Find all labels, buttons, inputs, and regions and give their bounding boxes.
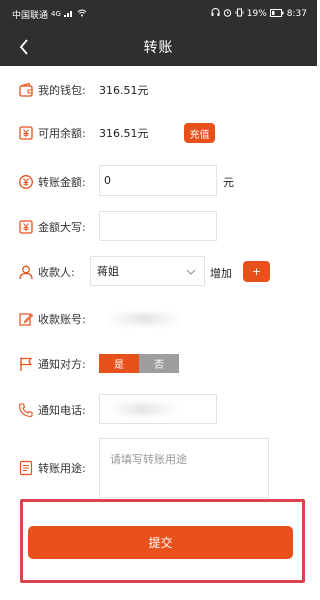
add-payee-label: 增加	[210, 267, 232, 280]
amount-unit: 元	[223, 176, 234, 189]
wallet-label: 我的钱包:	[38, 84, 86, 97]
available-label: 可用余额:	[38, 127, 86, 140]
status-right: 19% 8:37	[211, 8, 307, 20]
pencil-edit-icon	[18, 311, 34, 327]
account-label: 收款账号:	[38, 313, 86, 326]
payee-select[interactable]: 蒋姐	[90, 256, 205, 286]
account-value-redacted	[104, 313, 184, 325]
user-icon	[18, 264, 34, 280]
amount-label: 转账金额:	[38, 176, 86, 189]
payee-selected: 蒋姐	[97, 265, 119, 278]
signal-icon	[63, 9, 74, 20]
phone-input[interactable]	[99, 394, 217, 424]
yen-coin-icon	[18, 174, 34, 190]
submit-button[interactable]: 提交	[28, 526, 293, 559]
wallet-icon	[18, 82, 34, 98]
notify-yes-toggle[interactable]: 是	[99, 354, 139, 373]
available-value: 316.51元	[99, 127, 149, 140]
amount-upper-label: 金额大写:	[38, 221, 86, 234]
document-icon	[18, 460, 34, 476]
yen-card-icon	[18, 219, 34, 235]
time-label: 8:37	[286, 9, 307, 19]
purpose-label: 转账用途:	[38, 462, 86, 475]
yen-card-icon	[18, 125, 34, 141]
vibrate-icon	[235, 8, 244, 20]
status-bar: 中国联通 4G 19% 8:37	[0, 0, 317, 28]
notify-no-toggle[interactable]: 否	[139, 354, 179, 373]
available-row: 可用余额: 316.51元	[0, 123, 317, 143]
nav-bar: 转账	[0, 28, 317, 66]
recharge-button[interactable]: 充值	[184, 123, 215, 143]
headset-icon	[211, 8, 220, 20]
wallet-value: 316.51元	[99, 84, 149, 97]
purpose-textarea[interactable]: 请填写转账用途	[99, 438, 269, 498]
payee-label: 收款人:	[38, 266, 75, 279]
alarm-icon	[223, 8, 232, 20]
phone-value-redacted	[108, 403, 178, 415]
amount-input[interactable]: 0	[99, 165, 217, 196]
chevron-left-icon[interactable]	[14, 37, 34, 57]
add-payee-button[interactable]: +	[243, 261, 270, 282]
signal-label: 4G	[51, 10, 61, 18]
battery-icon	[269, 8, 284, 20]
phone-label: 通知电话:	[38, 404, 86, 417]
chevron-down-icon	[186, 266, 196, 279]
battery-label: 19%	[246, 9, 267, 19]
status-left: 中国联通 4G	[12, 8, 87, 21]
amount-upper-field	[99, 211, 217, 241]
flag-icon	[18, 356, 34, 372]
wallet-row: 我的钱包: 316.51元	[0, 80, 317, 100]
phone-icon	[18, 402, 34, 418]
page-title: 转账	[143, 40, 174, 56]
carrier-label: 中国联通	[12, 10, 49, 21]
notify-label: 通知对方:	[38, 358, 86, 371]
wifi-icon	[77, 9, 87, 20]
